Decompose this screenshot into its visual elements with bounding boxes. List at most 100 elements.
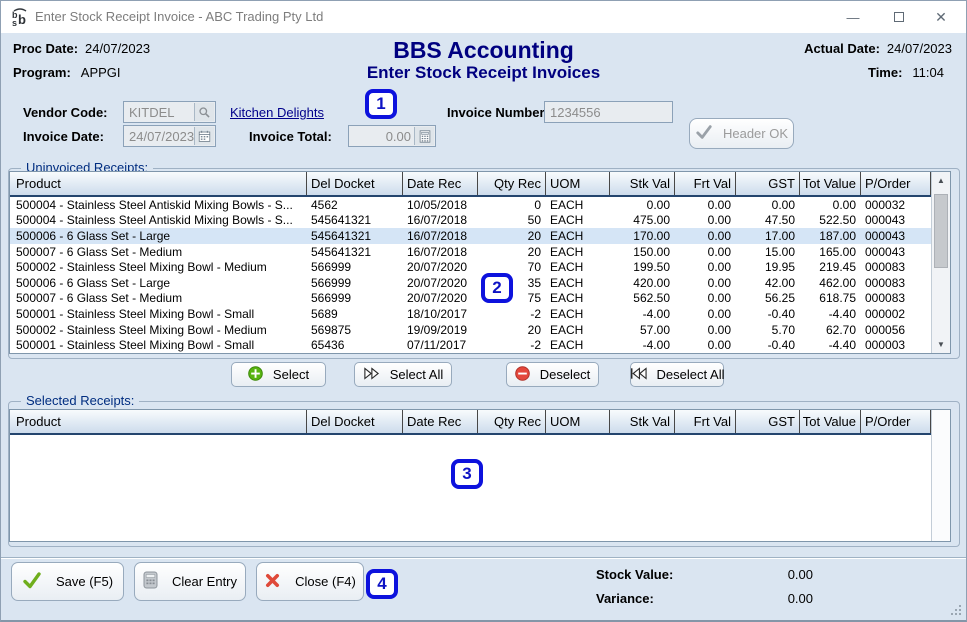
cell-p_order: 000032: [861, 197, 931, 213]
receipt-row[interactable]: 500004 - Stainless Steel Antiskid Mixing…: [10, 213, 931, 229]
annotation-badge-1: 1: [365, 89, 397, 119]
calendar-button[interactable]: [194, 127, 214, 145]
column-header-qty_rec[interactable]: Qty Rec: [478, 410, 546, 433]
invoice-total-field[interactable]: 0.00: [348, 125, 436, 147]
scroll-up-icon[interactable]: ▲: [932, 172, 950, 189]
cell-del_docket: 65436: [307, 337, 403, 353]
receipt-row[interactable]: 500006 - 6 Glass Set - Large56699920/07/…: [10, 275, 931, 291]
actual-date-value: 24/07/2023: [887, 41, 952, 56]
column-header-product[interactable]: Product: [10, 410, 307, 433]
scroll-down-icon[interactable]: ▼: [932, 336, 950, 353]
cell-frt_val: 0.00: [675, 213, 736, 229]
column-header-del_docket[interactable]: Del Docket: [307, 172, 403, 195]
cell-date_rec: 20/07/2020: [403, 259, 478, 275]
scrollbar-thumb[interactable]: [934, 194, 948, 268]
receipt-row[interactable]: 500002 - Stainless Steel Mixing Bowl - M…: [10, 259, 931, 275]
receipt-row[interactable]: 500002 - Stainless Steel Mixing Bowl - M…: [10, 322, 931, 338]
column-header-gst[interactable]: GST: [736, 410, 800, 433]
column-header-date_rec[interactable]: Date Rec: [403, 410, 478, 433]
receipt-row[interactable]: 500001 - Stainless Steel Mixing Bowl - S…: [10, 337, 931, 353]
column-header-uom[interactable]: UOM: [546, 410, 610, 433]
title-bar[interactable]: b s b Enter Stock Receipt Invoice - ABC …: [1, 1, 966, 33]
deselect-all-button[interactable]: Deselect All: [630, 362, 724, 387]
save-check-icon: [22, 571, 42, 592]
cell-tot_value: 165.00: [800, 244, 861, 260]
cell-frt_val: 0.00: [675, 228, 736, 244]
save-button[interactable]: Save (F5): [11, 562, 124, 601]
window-title: Enter Stock Receipt Invoice - ABC Tradin…: [35, 9, 323, 24]
column-header-stk_val[interactable]: Stk Val: [610, 410, 675, 433]
receipt-row[interactable]: 500007 - 6 Glass Set - Medium56699920/07…: [10, 291, 931, 307]
calculator-icon: [419, 130, 431, 143]
column-header-frt_val[interactable]: Frt Val: [675, 410, 736, 433]
vendor-code-field[interactable]: KITDEL: [123, 101, 216, 123]
column-header-p_order[interactable]: P/Order: [861, 410, 931, 433]
calculator-button[interactable]: [414, 127, 434, 145]
cell-uom: EACH: [546, 244, 610, 260]
vendor-lookup-button[interactable]: [194, 103, 214, 121]
header-ok-button[interactable]: Header OK: [689, 118, 794, 149]
receipt-row[interactable]: 500006 - 6 Glass Set - Large54564132116/…: [10, 228, 931, 244]
cell-gst: -0.40: [736, 306, 800, 322]
cell-p_order: 000083: [861, 291, 931, 307]
vendor-code-value: KITDEL: [129, 105, 175, 120]
column-header-tot_value[interactable]: Tot Value: [800, 410, 861, 433]
invoice-number-label: Invoice Number:: [447, 105, 549, 120]
cell-product: 500006 - 6 Glass Set - Large: [10, 228, 307, 244]
resize-grip[interactable]: [951, 605, 961, 615]
cell-uom: EACH: [546, 228, 610, 244]
cell-p_order: 000002: [861, 306, 931, 322]
column-header-uom[interactable]: UOM: [546, 172, 610, 195]
invoice-number-field[interactable]: 1234556: [544, 101, 673, 123]
close-button[interactable]: Close (F4): [256, 562, 364, 601]
cell-product: 500002 - Stainless Steel Mixing Bowl - M…: [10, 259, 307, 275]
vendor-code-label: Vendor Code:: [23, 105, 108, 120]
cell-gst: 19.95: [736, 259, 800, 275]
invoice-date-field[interactable]: 24/07/2023: [123, 125, 216, 147]
cell-date_rec: 19/09/2019: [403, 322, 478, 338]
cell-p_order: 000043: [861, 244, 931, 260]
cell-uom: EACH: [546, 259, 610, 275]
column-header-stk_val[interactable]: Stk Val: [610, 172, 675, 195]
uninvoiced-scrollbar[interactable]: ▲ ▼: [931, 172, 950, 353]
minimize-button[interactable]: —: [836, 1, 870, 33]
cell-uom: EACH: [546, 322, 610, 338]
cell-stk_val: 0.00: [610, 197, 675, 213]
cell-date_rec: 20/07/2020: [403, 291, 478, 307]
column-header-qty_rec[interactable]: Qty Rec: [478, 172, 546, 195]
save-label: Save (F5): [56, 574, 113, 589]
cell-tot_value: 462.00: [800, 275, 861, 291]
cell-qty_rec: -2: [478, 337, 546, 353]
cell-del_docket: 5689: [307, 306, 403, 322]
receipt-row[interactable]: 500007 - 6 Glass Set - Medium54564132116…: [10, 244, 931, 260]
receipt-row[interactable]: 500004 - Stainless Steel Antiskid Mixing…: [10, 197, 931, 213]
cell-tot_value: -4.40: [800, 337, 861, 353]
clear-entry-button[interactable]: Clear Entry: [134, 562, 246, 601]
column-header-gst[interactable]: GST: [736, 172, 800, 195]
cell-tot_value: 618.75: [800, 291, 861, 307]
deselect-button[interactable]: Deselect: [506, 362, 599, 387]
column-header-date_rec[interactable]: Date Rec: [403, 172, 478, 195]
invoice-date-value: 24/07/2023: [129, 129, 194, 144]
cell-date_rec: 16/07/2018: [403, 213, 478, 229]
select-all-button[interactable]: Select All: [354, 362, 452, 387]
vendor-name-link[interactable]: Kitchen Delights: [230, 105, 324, 120]
selected-scrollbar[interactable]: [931, 410, 950, 541]
svg-text:b: b: [18, 12, 26, 27]
maximize-button[interactable]: [882, 1, 916, 33]
column-header-product[interactable]: Product: [10, 172, 307, 195]
column-header-frt_val[interactable]: Frt Val: [675, 172, 736, 195]
column-header-del_docket[interactable]: Del Docket: [307, 410, 403, 433]
column-header-tot_value[interactable]: Tot Value: [800, 172, 861, 195]
select-button[interactable]: Select: [231, 362, 326, 387]
cell-tot_value: 219.45: [800, 259, 861, 275]
app-window: b s b Enter Stock Receipt Invoice - ABC …: [0, 0, 967, 622]
cell-gst: -0.40: [736, 337, 800, 353]
cell-tot_value: 62.70: [800, 322, 861, 338]
cell-qty_rec: -2: [478, 306, 546, 322]
select-all-label: Select All: [390, 367, 443, 382]
column-header-p_order[interactable]: P/Order: [861, 172, 931, 195]
close-window-button[interactable]: ✕: [924, 1, 958, 33]
receipt-row[interactable]: 500001 - Stainless Steel Mixing Bowl - S…: [10, 306, 931, 322]
cell-gst: 47.50: [736, 213, 800, 229]
